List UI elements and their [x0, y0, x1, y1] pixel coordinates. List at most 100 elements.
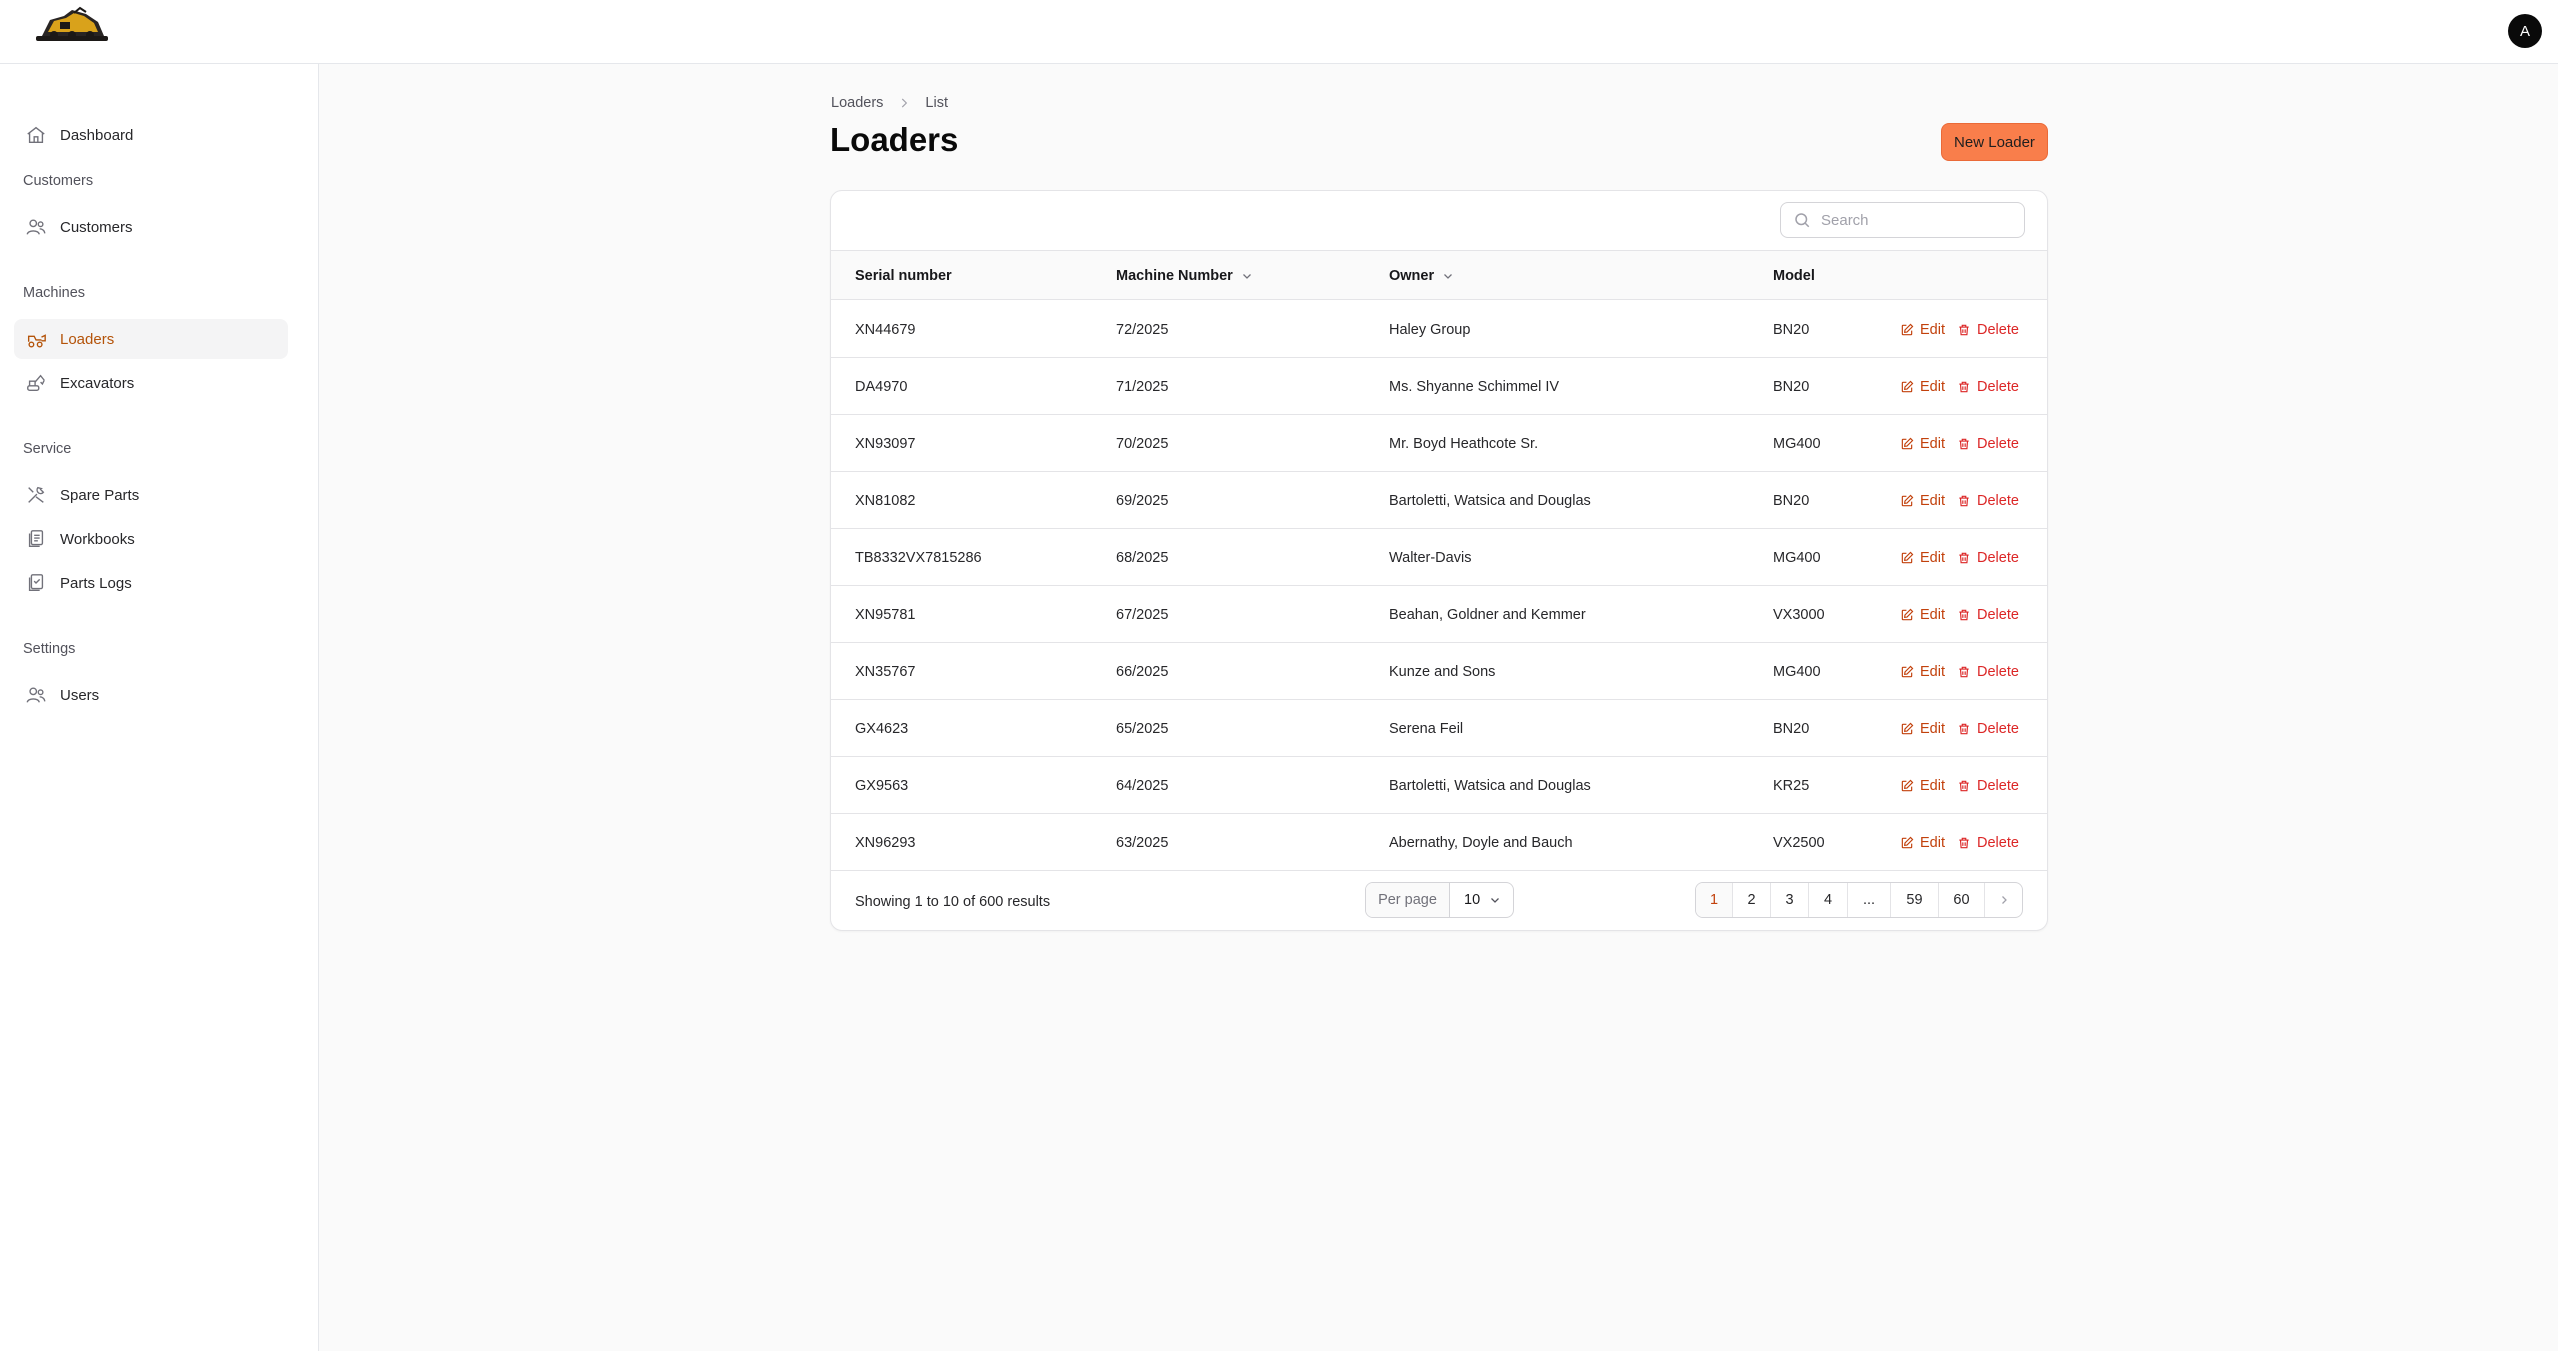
page-button[interactable]: 60	[1939, 883, 1985, 917]
breadcrumb: Loaders List	[831, 95, 948, 111]
edit-button[interactable]: Edit	[1900, 529, 1945, 586]
sidebar-item-users[interactable]: Users	[14, 675, 288, 715]
per-page-value[interactable]: 10	[1450, 883, 1513, 917]
table-row[interactable]: GX4623 65/2025 Serena Feil BN20 Edit Delete	[831, 700, 2047, 757]
delete-button[interactable]: Delete	[1957, 700, 2019, 757]
delete-button[interactable]: Delete	[1957, 415, 2019, 472]
chevron-down-icon	[1491, 898, 1499, 903]
sidebar-item-dashboard[interactable]: Dashboard	[14, 115, 288, 155]
page-button[interactable]: 2	[1733, 883, 1771, 917]
next-page-button[interactable]	[1985, 883, 2022, 917]
page-button[interactable]: 1	[1696, 883, 1733, 917]
edit-button[interactable]: Edit	[1900, 358, 1945, 415]
edit-label: Edit	[1920, 834, 1945, 851]
new-loader-button[interactable]: New Loader	[1941, 123, 2048, 161]
page-button[interactable]: 3	[1771, 883, 1809, 917]
cell-model: KR25	[1773, 777, 1810, 794]
edit-button[interactable]: Edit	[1900, 700, 1945, 757]
trash-icon	[1957, 551, 1971, 565]
delete-button[interactable]: Delete	[1957, 586, 2019, 643]
table-row[interactable]: XN95781 67/2025 Beahan, Goldner and Kemmer…	[831, 586, 2047, 643]
users-icon	[24, 683, 48, 707]
sidebar-item-workbooks[interactable]: Workbooks	[14, 519, 288, 559]
edit-button[interactable]: Edit	[1900, 643, 1945, 700]
trash-icon	[1957, 380, 1971, 394]
top-bar: A	[0, 0, 2558, 64]
delete-label: Delete	[1977, 492, 2019, 509]
loaders-table-card: Search Serial number Machine Number Owne…	[830, 190, 2048, 931]
column-label: Machine Number	[1116, 267, 1233, 284]
documents-icon	[24, 527, 48, 551]
table-row[interactable]: GX9563 64/2025 Bartoletti, Watsica and Dou…	[831, 757, 2047, 814]
edit-label: Edit	[1920, 663, 1945, 680]
column-header-machine-number[interactable]: Machine Number	[1116, 251, 1253, 300]
sidebar-item-parts-logs[interactable]: Parts Logs	[14, 563, 288, 603]
search-input[interactable]: Search	[1780, 202, 2025, 238]
trash-icon	[1957, 836, 1971, 850]
per-page-select[interactable]: Per page 10	[1365, 882, 1514, 918]
delete-button[interactable]: Delete	[1957, 757, 2019, 814]
delete-button[interactable]: Delete	[1957, 643, 2019, 700]
trash-icon	[1957, 437, 1971, 451]
sidebar-item-loaders[interactable]: Loaders	[14, 319, 288, 359]
edit-button[interactable]: Edit	[1900, 472, 1945, 529]
table-row[interactable]: TB8332VX7815286 68/2025 Walter-Davis MG400 E…	[831, 529, 2047, 586]
cell-machine-number: 67/2025	[1116, 606, 1169, 623]
chevron-right-icon	[902, 98, 908, 108]
edit-button[interactable]: Edit	[1900, 814, 1945, 871]
breadcrumb-current: List	[925, 95, 948, 111]
sidebar-item-spare-parts[interactable]: Spare Parts	[14, 475, 288, 515]
breadcrumb-link-loaders[interactable]: Loaders	[831, 95, 883, 111]
chevron-down-icon	[1444, 273, 1453, 279]
column-header-serial: Serial number	[855, 251, 952, 300]
edit-label: Edit	[1920, 777, 1945, 794]
brand-logo[interactable]	[32, 6, 112, 44]
edit-icon	[1900, 836, 1914, 850]
cell-owner: Mr. Boyd Heathcote Sr.	[1389, 435, 1539, 452]
cell-owner: Abernathy, Doyle and Bauch	[1389, 834, 1573, 851]
delete-button[interactable]: Delete	[1957, 358, 2019, 415]
table-row[interactable]: XN81082 69/2025 Bartoletti, Watsica and Do…	[831, 472, 2047, 529]
table-row[interactable]: XN93097 70/2025 Mr. Boyd Heathcote Sr. MG40…	[831, 415, 2047, 472]
page-button[interactable]: 4	[1809, 883, 1848, 917]
sidebar-item-label: Workbooks	[60, 530, 135, 548]
table-row[interactable]: XN44679 72/2025 Haley Group BN20 Edit Delete	[831, 301, 2047, 358]
delete-label: Delete	[1977, 435, 2019, 452]
page-button[interactable]: 59	[1891, 883, 1939, 917]
cell-serial: GX9563	[855, 777, 909, 794]
sidebar-item-label: Loaders	[60, 330, 115, 348]
delete-button[interactable]: Delete	[1957, 529, 2019, 586]
user-avatar[interactable]: A	[2508, 14, 2542, 48]
sidebar-item-customers[interactable]: Customers	[14, 207, 288, 247]
cell-machine-number: 69/2025	[1116, 492, 1169, 509]
column-header-owner[interactable]: Owner	[1389, 251, 1454, 300]
trash-icon	[1957, 779, 1971, 793]
delete-label: Delete	[1977, 663, 2019, 680]
delete-label: Delete	[1977, 720, 2019, 737]
delete-button[interactable]: Delete	[1957, 814, 2019, 871]
sidebar-item-excavators[interactable]: Excavators	[14, 363, 288, 403]
cell-owner: Ms. Shyanne Schimmel IV	[1389, 378, 1560, 395]
delete-button[interactable]: Delete	[1957, 301, 2019, 358]
cell-model: VX3000	[1773, 606, 1825, 623]
edit-icon	[1900, 779, 1914, 793]
edit-button[interactable]: Edit	[1900, 415, 1945, 472]
table-row[interactable]: XN96293 63/2025 Abernathy, Doyle and Bauch…	[831, 814, 2047, 871]
edit-label: Edit	[1920, 378, 1945, 395]
edit-button[interactable]: Edit	[1900, 586, 1945, 643]
table-row[interactable]: XN35767 66/2025 Kunze and Sons MG400 Edit Del…	[831, 643, 2047, 700]
delete-button[interactable]: Delete	[1957, 472, 2019, 529]
cell-model: VX2500	[1773, 834, 1825, 851]
edit-button[interactable]: Edit	[1900, 301, 1945, 358]
trash-icon	[1957, 323, 1971, 337]
clipboard-icon	[24, 571, 48, 595]
sidebar-item-label: Users	[60, 686, 100, 704]
edit-button[interactable]: Edit	[1900, 757, 1945, 814]
home-icon	[24, 123, 48, 147]
trash-icon	[1957, 608, 1971, 622]
edit-label: Edit	[1920, 606, 1945, 623]
sidebar-item-label: Customers	[60, 218, 133, 236]
table-row[interactable]: DA4970 71/2025 Ms. Shyanne Schimmel IV BN20…	[831, 358, 2047, 415]
cell-owner: Bartoletti, Watsica and Douglas	[1389, 492, 1591, 509]
edit-label: Edit	[1920, 435, 1945, 452]
